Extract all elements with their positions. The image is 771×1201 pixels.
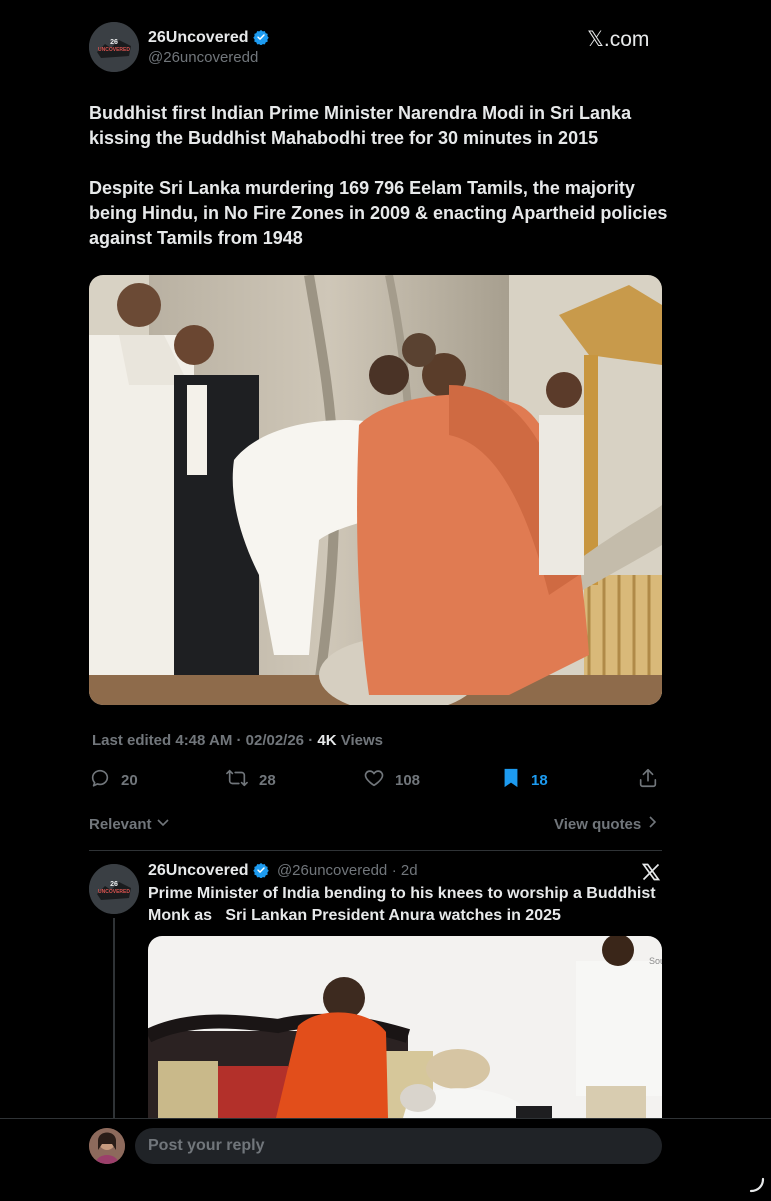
avatar-logo-image: 26 UNCOVERED: [89, 22, 139, 72]
reply-count: 20: [121, 771, 138, 789]
reply-header-row: 26Uncovered @26uncoveredd · 2d: [148, 862, 418, 883]
author-name-row: 26Uncovered: [148, 29, 269, 50]
verified-badge-icon: [252, 29, 269, 50]
current-user-avatar-image: [89, 1128, 125, 1164]
reply-input[interactable]: Post your reply: [135, 1128, 662, 1164]
reply-button[interactable]: 20: [89, 767, 138, 793]
tweet-photo-illustration: [89, 275, 662, 705]
chevron-down-icon: [156, 815, 170, 833]
like-button[interactable]: 108: [363, 767, 420, 793]
share-button[interactable]: [637, 767, 659, 794]
bookmark-button[interactable]: 18: [501, 767, 548, 793]
edited-timestamp[interactable]: Last edited 4:48 AM · 02/02/26 ·: [92, 732, 317, 749]
source-label: 𝕏.com: [587, 28, 650, 51]
tweet-text: Buddhist first Indian Prime Minister Nar…: [89, 103, 668, 248]
repost-button[interactable]: 28: [225, 767, 276, 793]
reply-time[interactable]: · 2d: [392, 862, 418, 879]
author-display-name[interactable]: 26Uncovered: [148, 29, 249, 46]
svg-text:UNCOVERED: UNCOVERED: [98, 889, 130, 895]
reply-avatar-logo-image: 26 UNCOVERED: [89, 864, 139, 914]
views-count: 4K: [317, 732, 337, 749]
reply-text: Prime Minister of India bending to his k…: [148, 885, 661, 924]
tweet-photo[interactable]: [89, 275, 662, 705]
reply-input-placeholder: Post your reply: [148, 1137, 265, 1154]
loading-spinner-icon: [748, 1176, 766, 1199]
reply-handle[interactable]: @26uncoveredd: [277, 862, 387, 879]
heart-icon: [363, 767, 385, 793]
bookmark-count: 18: [531, 771, 548, 789]
reply-display-name[interactable]: 26Uncovered: [148, 862, 249, 879]
svg-text:26: 26: [110, 39, 118, 46]
current-user-avatar[interactable]: [89, 1128, 125, 1164]
tweet-meta: Last edited 4:48 AM · 02/02/26 · 4K View…: [92, 732, 383, 749]
views-label: Views: [336, 732, 383, 749]
svg-text:UNCOVERED: UNCOVERED: [98, 47, 130, 53]
bookmark-icon: [501, 767, 521, 793]
reply-author-avatar[interactable]: 26 UNCOVERED: [89, 864, 139, 914]
repost-count: 28: [259, 771, 276, 789]
reply-verified-badge-icon: [252, 862, 269, 883]
view-quotes-label: View quotes: [554, 815, 642, 833]
svg-text:26: 26: [110, 881, 118, 888]
section-divider: [89, 850, 662, 851]
like-count: 108: [395, 771, 421, 789]
share-icon: [637, 768, 659, 793]
reply-photo-watermark: Sou: [649, 956, 662, 966]
sort-dropdown[interactable]: Relevant: [89, 815, 170, 833]
author-handle[interactable]: @26uncoveredd: [148, 49, 258, 66]
author-avatar[interactable]: 26 UNCOVERED: [89, 22, 139, 72]
chevron-right-icon: [647, 815, 657, 833]
reply-photo-illustration: Sou: [148, 936, 662, 1118]
reply-icon: [89, 767, 111, 793]
reply-photo[interactable]: Sou: [148, 936, 662, 1118]
view-quotes-link[interactable]: View quotes: [554, 815, 657, 833]
repost-icon: [225, 767, 249, 793]
thread-line: [113, 918, 115, 1118]
sort-label: Relevant: [89, 815, 152, 833]
